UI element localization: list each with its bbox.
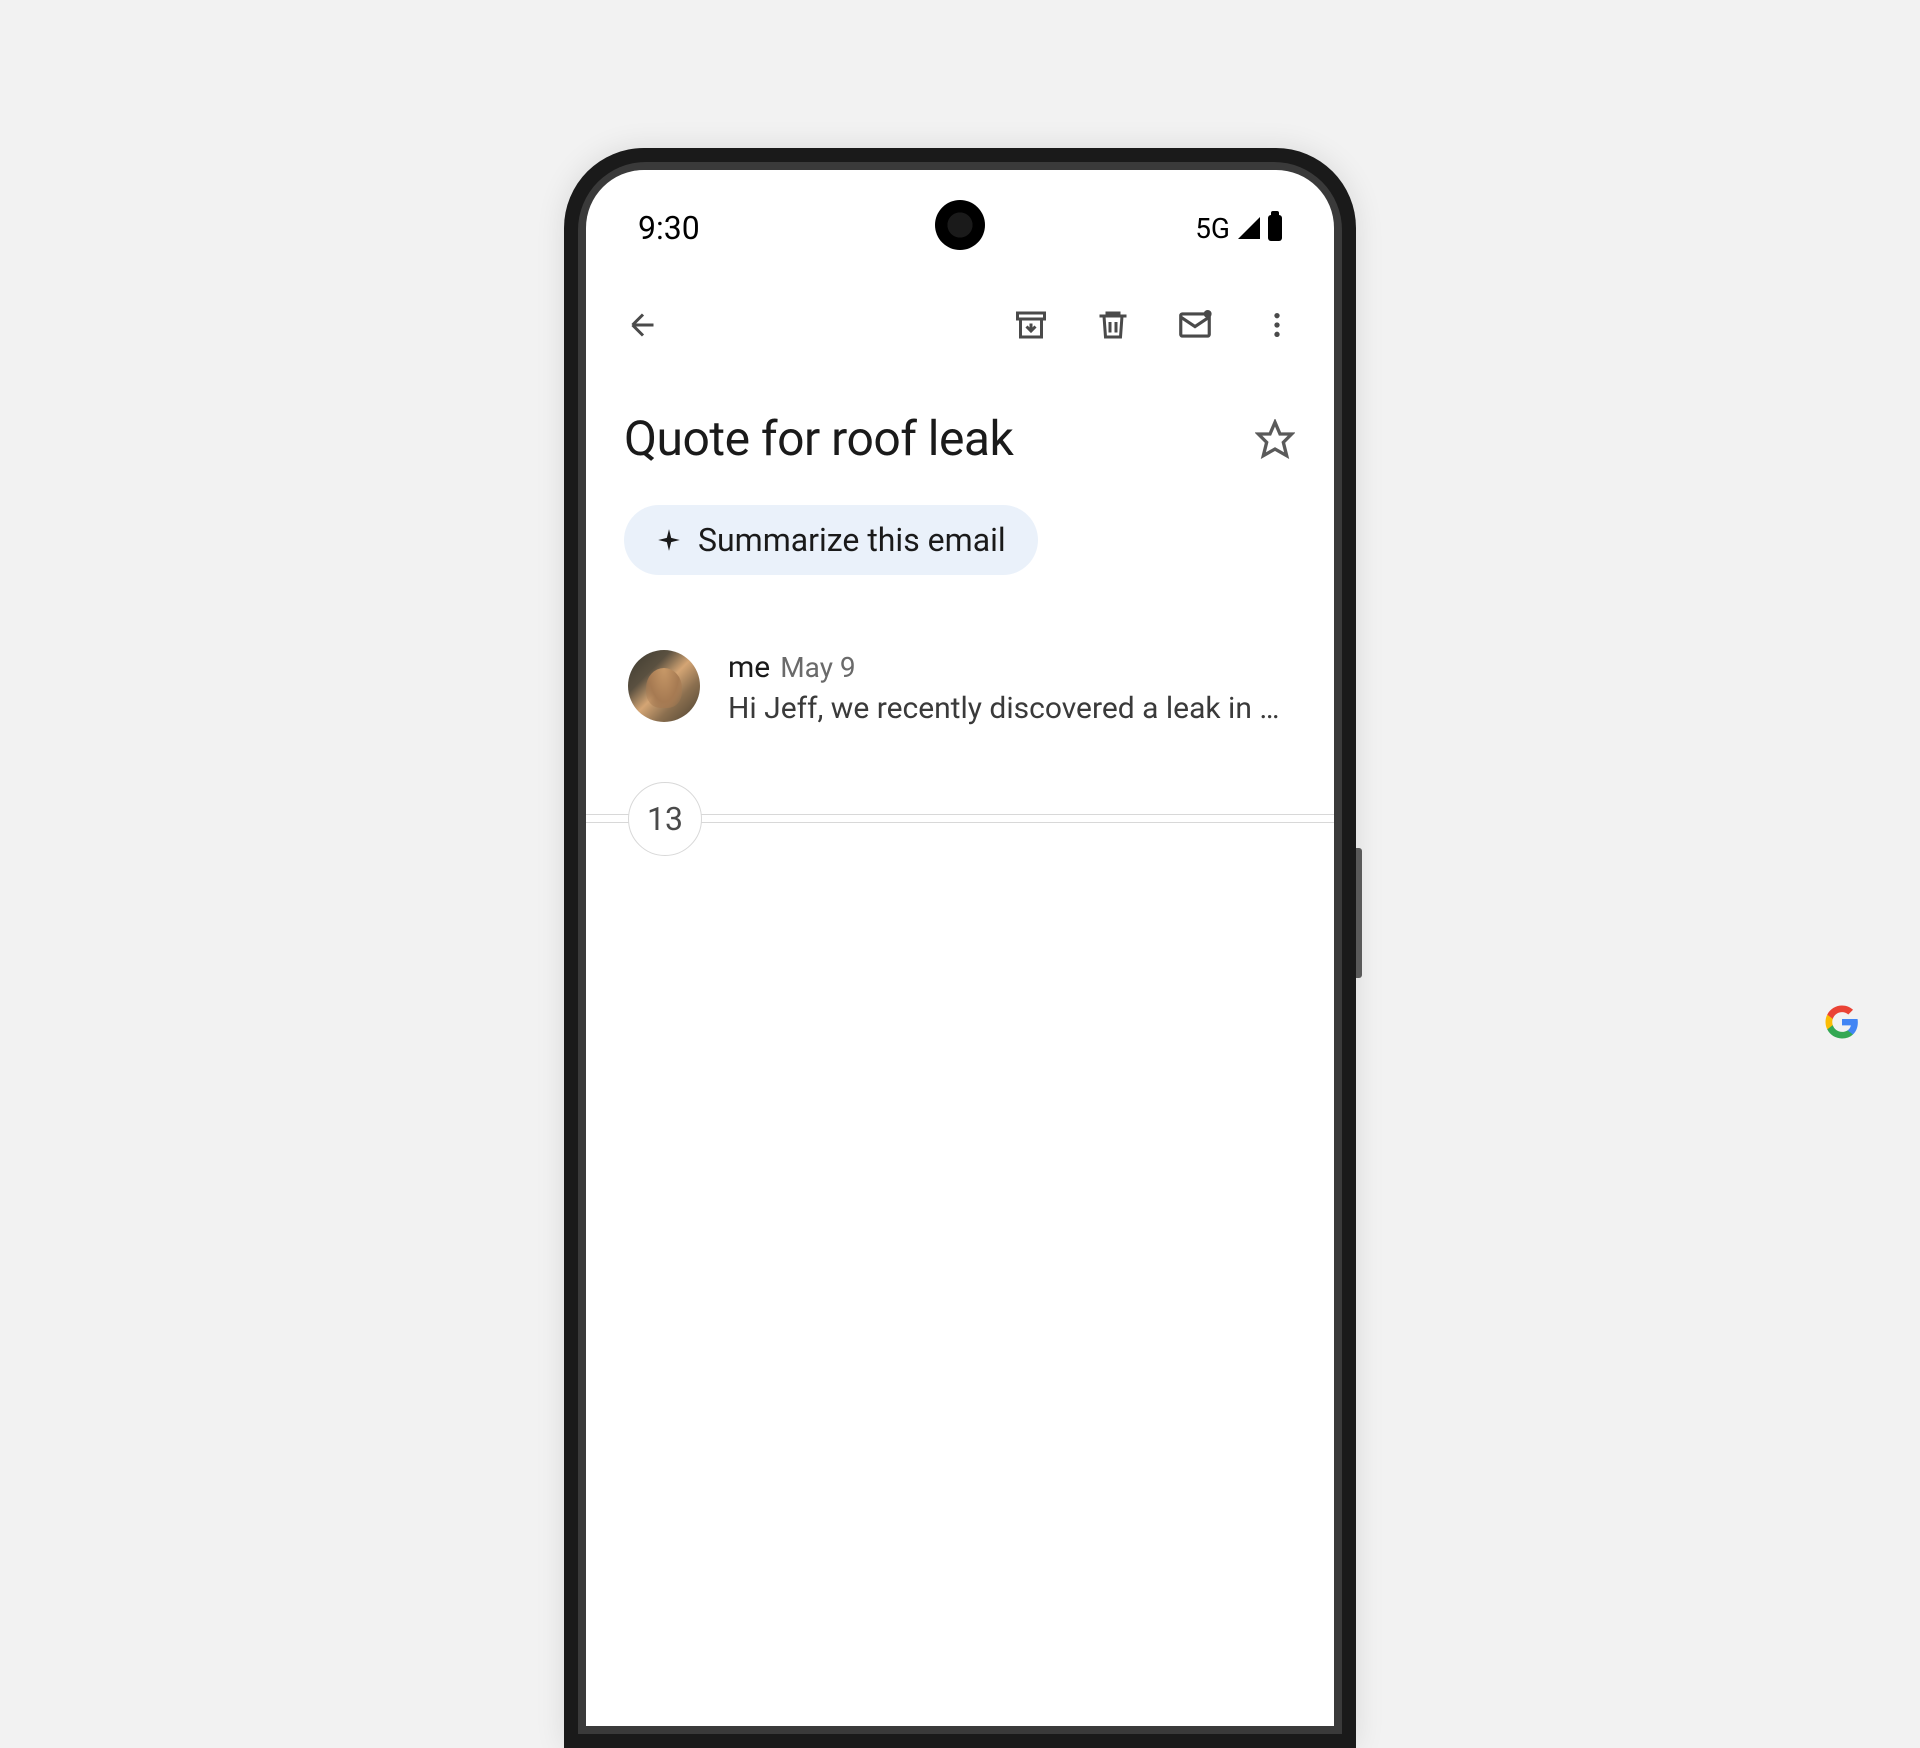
- phone-frame: 9:30 5G: [564, 148, 1356, 1748]
- subject-row: Quote for roof leak: [586, 372, 1334, 477]
- sender-avatar[interactable]: [628, 650, 700, 722]
- google-logo: [1824, 1004, 1860, 1040]
- thread-count-button[interactable]: 13: [628, 782, 702, 856]
- archive-button[interactable]: [1012, 306, 1050, 344]
- email-subject: Quote for roof leak: [624, 410, 1234, 467]
- email-header: me May 9: [728, 650, 1296, 685]
- archive-icon: [1013, 307, 1049, 343]
- thread-count: 13: [647, 800, 683, 838]
- phone-camera: [935, 200, 985, 250]
- more-options-button[interactable]: [1258, 306, 1296, 344]
- email-message[interactable]: me May 9 Hi Jeff, we recently discovered…: [586, 575, 1334, 726]
- back-button[interactable]: [624, 306, 662, 344]
- status-indicators: 5G: [1195, 212, 1282, 245]
- phone-side-button: [1356, 848, 1362, 978]
- email-content: me May 9 Hi Jeff, we recently discovered…: [728, 650, 1296, 726]
- email-date: May 9: [780, 651, 855, 684]
- thread-divider: 13: [586, 818, 1334, 820]
- delete-button[interactable]: [1094, 306, 1132, 344]
- battery-icon: [1268, 215, 1282, 241]
- phone-bezel: 9:30 5G: [578, 162, 1342, 1734]
- star-outline-icon: [1255, 419, 1295, 459]
- mark-unread-button[interactable]: [1176, 306, 1214, 344]
- summarize-label: Summarize this email: [698, 521, 1006, 559]
- star-button[interactable]: [1254, 418, 1296, 460]
- arrow-left-icon: [625, 307, 661, 343]
- trash-icon: [1095, 307, 1131, 343]
- email-toolbar: [586, 250, 1334, 372]
- sparkle-icon: [656, 527, 682, 553]
- phone-screen: 9:30 5G: [586, 170, 1334, 1726]
- signal-icon: [1238, 217, 1260, 239]
- more-vertical-icon: [1261, 309, 1293, 341]
- status-time: 9:30: [638, 209, 700, 247]
- network-label: 5G: [1195, 212, 1230, 245]
- email-preview: Hi Jeff, we recently discovered a leak i…: [728, 691, 1296, 726]
- sender-name: me: [728, 650, 770, 685]
- summarize-button[interactable]: Summarize this email: [624, 505, 1038, 575]
- mail-icon: [1176, 306, 1214, 344]
